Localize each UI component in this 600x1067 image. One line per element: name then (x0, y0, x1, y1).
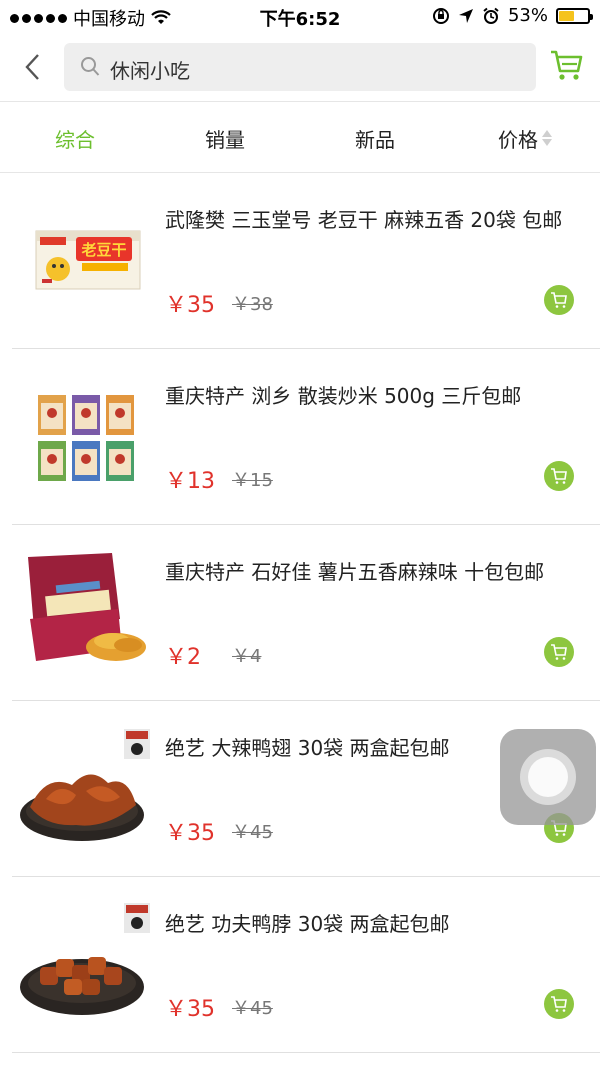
product-old-price: ￥45 (232, 998, 273, 1019)
back-button[interactable] (18, 52, 46, 82)
cart-button[interactable] (549, 47, 585, 83)
product-item[interactable]: 老豆干 武隆樊 三玉堂号 老豆干 麻辣五香 20袋 包邮 ￥35 ￥38 (0, 173, 600, 349)
product-title: 武隆樊 三玉堂号 老豆干 麻辣五香 20袋 包邮 (165, 208, 563, 232)
search-icon (81, 57, 100, 76)
product-image-chips-bag (28, 553, 146, 661)
tab-label: 综合 (55, 127, 95, 152)
product-price: ￥35 (165, 293, 215, 318)
product-item[interactable]: 绝艺 功夫鸭脖 30袋 两盒起包邮 ￥35 ￥45 (0, 877, 600, 1053)
product-title: 重庆特产 石好佳 薯片五香麻辣味 十包包邮 (165, 560, 545, 584)
search-header: 休闲小吃 (0, 34, 600, 102)
tab-new[interactable]: 新品 (300, 103, 450, 173)
location-icon (458, 8, 473, 23)
product-title: 重庆特产 浏乡 散装炒米 500g 三斤包邮 (165, 384, 522, 408)
tab-label: 新品 (355, 127, 395, 152)
tab-comprehensive[interactable]: 综合 (0, 103, 150, 173)
cart-icon (551, 50, 583, 80)
tab-label: 销量 (205, 127, 245, 152)
battery-percent: 53% (507, 5, 548, 26)
product-image-tofu-box: 老豆干 (35, 230, 141, 290)
status-bar: 中国移动 下午6:52 53% (0, 0, 600, 34)
tab-price[interactable]: 价格 (450, 103, 600, 173)
battery-level (559, 10, 574, 21)
assistive-touch-button[interactable] (500, 729, 596, 825)
battery-icon (556, 7, 593, 24)
assistive-touch-ring (520, 749, 576, 805)
status-right: 53% (432, 5, 593, 26)
add-cart-icon (551, 644, 567, 660)
add-to-cart-button[interactable] (544, 989, 574, 1019)
rotation-lock-icon (432, 7, 449, 24)
product-list: 老豆干 武隆樊 三玉堂号 老豆干 麻辣五香 20袋 包邮 ￥35 ￥38 重庆特… (0, 173, 600, 1053)
add-cart-icon (551, 292, 567, 308)
product-image-duck-neck (16, 901, 154, 1029)
sort-arrows-icon (542, 130, 552, 146)
add-to-cart-button[interactable] (544, 461, 574, 491)
add-to-cart-button[interactable] (544, 285, 574, 315)
product-old-price: ￥15 (232, 470, 273, 491)
back-chevron-icon (25, 54, 39, 80)
search-input[interactable]: 休闲小吃 (64, 43, 536, 91)
product-old-price: ￥45 (232, 822, 273, 843)
add-cart-icon (551, 996, 567, 1012)
product-price: ￥35 (165, 997, 215, 1022)
add-cart-icon (551, 468, 567, 484)
tab-label: 价格 (498, 127, 538, 152)
search-query: 休闲小吃 (110, 59, 190, 83)
product-image-duck-wings (16, 725, 154, 853)
product-price: ￥2 (165, 645, 201, 670)
product-old-price: ￥4 (232, 646, 262, 667)
product-item[interactable]: 重庆特产 浏乡 散装炒米 500g 三斤包邮 ￥13 ￥15 (0, 349, 600, 525)
product-price: ￥13 (165, 469, 215, 494)
svg-text:老豆干: 老豆干 (80, 241, 126, 259)
sort-tabs: 综合 销量 新品 价格 (0, 103, 600, 173)
alarm-icon (483, 7, 499, 24)
product-title: 绝艺 功夫鸭脖 30袋 两盒起包邮 (165, 912, 450, 936)
assistive-touch-core (528, 757, 568, 797)
product-item[interactable]: 重庆特产 石好佳 薯片五香麻辣味 十包包邮 ￥2 ￥4 (0, 525, 600, 701)
tab-sales[interactable]: 销量 (150, 103, 300, 173)
product-price: ￥35 (165, 821, 215, 846)
product-old-price: ￥38 (232, 294, 273, 315)
product-image-fried-rice (38, 395, 134, 481)
add-to-cart-button[interactable] (544, 637, 574, 667)
